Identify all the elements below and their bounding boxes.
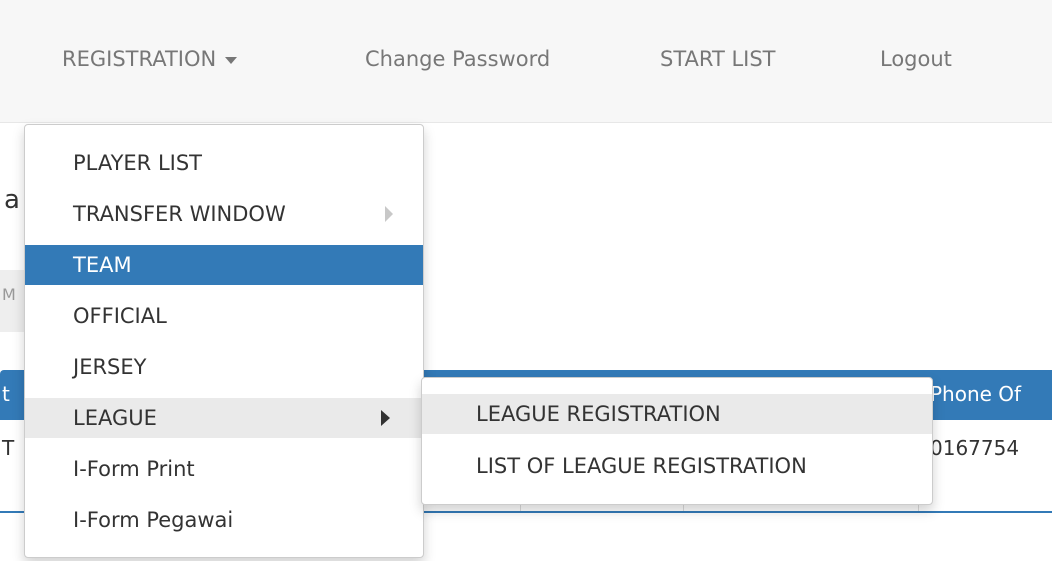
start-list-link[interactable]: START LIST (660, 44, 776, 74)
caret-down-icon (225, 56, 238, 64)
menu-item-player-list[interactable]: PLAYER LIST (25, 143, 423, 183)
menu-item-label: OFFICIAL (73, 304, 167, 328)
menu-item-jersey[interactable]: JERSEY (25, 347, 423, 387)
league-submenu: LEAGUE REGISTRATION LIST OF LEAGUE REGIS… (421, 377, 933, 505)
chevron-right-icon (385, 206, 393, 222)
table-header-fragment: t (2, 382, 10, 406)
menu-item-label: LEAGUE (73, 406, 157, 430)
registration-label: REGISTRATION (62, 47, 217, 71)
page-heading-fragment: a (4, 185, 20, 215)
registration-menu-toggle[interactable]: REGISTRATION (62, 44, 238, 74)
menu-item-league[interactable]: LEAGUE (25, 398, 423, 438)
change-password-link[interactable]: Change Password (365, 44, 550, 74)
column-header-phone: Phone Of (930, 382, 1022, 406)
menu-item-transfer-window[interactable]: TRANSFER WINDOW (25, 194, 423, 234)
top-navbar: REGISTRATION Change Password START LIST … (0, 0, 1052, 123)
table-cell-phone: 0167754 (930, 436, 1020, 460)
menu-item-label: PLAYER LIST (73, 151, 202, 175)
menu-item-label: I-Form Pegawai (73, 508, 234, 532)
submenu-item-label: LIST OF LEAGUE REGISTRATION (476, 454, 807, 478)
submenu-item-label: LEAGUE REGISTRATION (476, 402, 721, 426)
chevron-right-icon (381, 410, 390, 426)
menu-item-official[interactable]: OFFICIAL (25, 296, 423, 336)
table-cell-fragment: T (2, 436, 15, 460)
menu-item-label: I-Form Print (73, 457, 195, 481)
menu-item-label: TRANSFER WINDOW (73, 202, 286, 226)
menu-item-team[interactable]: TEAM (25, 245, 423, 285)
submenu-item-league-registration[interactable]: LEAGUE REGISTRATION (422, 394, 932, 434)
registration-dropdown-menu: PLAYER LIST TRANSFER WINDOW TEAM OFFICIA… (24, 124, 424, 558)
logout-link[interactable]: Logout (880, 44, 952, 74)
input-text-fragment: M (2, 285, 16, 304)
submenu-item-list-of-league-registration[interactable]: LIST OF LEAGUE REGISTRATION (422, 446, 932, 486)
menu-item-label: TEAM (73, 253, 132, 277)
menu-item-i-form-print[interactable]: I-Form Print (25, 449, 423, 489)
menu-item-label: JERSEY (73, 355, 147, 379)
menu-item-i-form-pegawai[interactable]: I-Form Pegawai (25, 500, 423, 540)
